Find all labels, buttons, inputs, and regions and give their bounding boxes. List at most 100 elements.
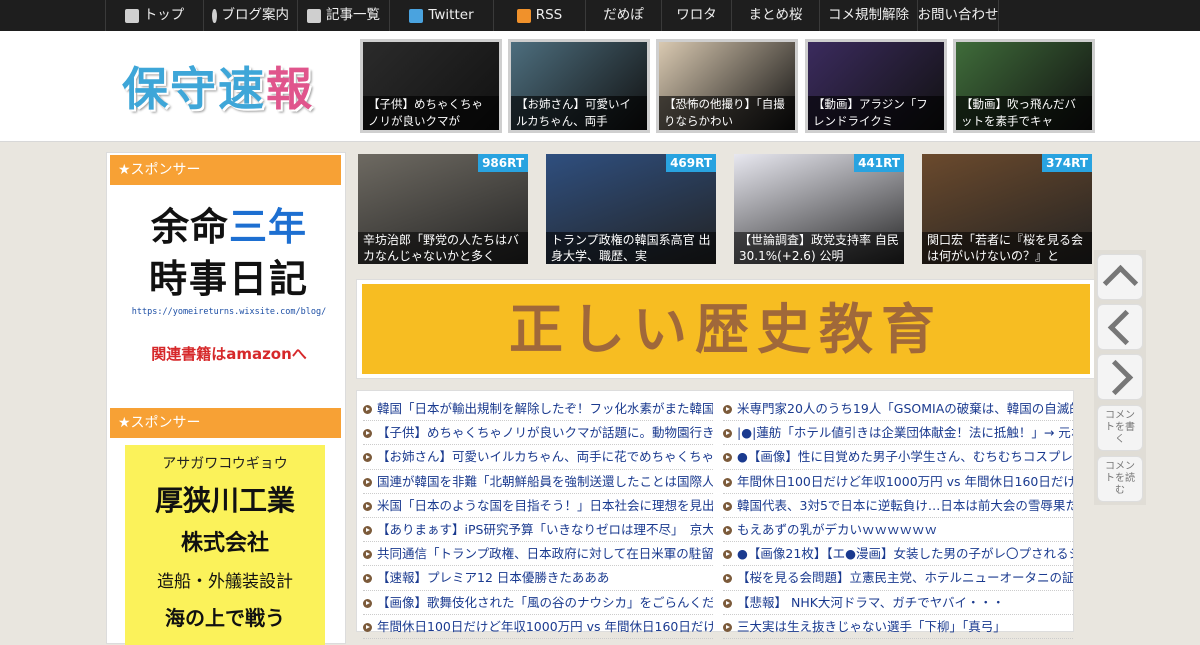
play-bullet-icon <box>363 477 372 487</box>
play-bullet-icon <box>363 622 372 632</box>
rt-badge: 986RT <box>478 154 528 172</box>
header-article-thumb[interactable]: 【動画】アラジン「フレンドライクミ <box>805 39 947 133</box>
header-article-thumb[interactable]: 【恐怖の他撮り】「自撮りならかわい <box>656 39 798 133</box>
list-item[interactable]: 年間休日100日だけど年収1000万円 vs 年間休日160日だけど年収 <box>363 615 713 639</box>
list-item[interactable]: 米専門家20人のうち19人「GSOMIAの破棄は、韓国の自滅的行 <box>723 397 1073 422</box>
list-item[interactable]: 【子供】めちゃくちゃノリが良いクマが話題に。動物園行きた <box>363 421 713 446</box>
sponsor-ad-yomei[interactable]: 余命三年 時事日記 https://yomeireturns.wixsite.c… <box>129 201 329 381</box>
play-bullet-icon <box>363 550 372 560</box>
list-item[interactable]: 【桜を見る会問題】立憲民主党、ホテルニューオータニの証人 <box>723 566 1073 591</box>
list-item-title: 三大実は生え抜きじゃない選手「下柳」「真弓」 <box>737 618 1006 634</box>
play-bullet-icon <box>723 598 732 608</box>
ranking-item[interactable]: 441RT 【世論調査】政党支持率 自民30.1%(+2.6) 公明 <box>734 154 904 264</box>
list-item[interactable]: 年間休日100日だけど年収1000万円 vs 年間休日160日だけど年収 <box>723 470 1073 494</box>
rss-icon <box>516 8 531 23</box>
site-header: 保守速報 【子供】めちゃくちゃノリが良いクマが 【お姉さん】可愛いイルカちゃん、両… <box>0 31 1200 142</box>
sponsor-ad-asagawa[interactable]: アサガワコウギョウ 厚狭川工業 株式会社 造船・外艤装設計 海の上で戦う <box>125 445 325 645</box>
list-item[interactable]: 共同通信「トランプ政権、日本政府に対して在日米軍の駐留経 <box>363 542 713 567</box>
play-bullet-icon <box>363 453 372 463</box>
play-bullet-icon <box>723 453 732 463</box>
nav-item-9[interactable]: お問い合わせ <box>917 0 999 31</box>
list-item-title: 【速報】プレミア12 日本優勝きたあああ <box>377 570 610 586</box>
ad-title: 時事日記 <box>148 257 309 301</box>
list-item-title: 韓国代表、3対5で日本に逆転負け…日本は前大会の雪辱果たし <box>737 497 1073 513</box>
list-item-title: もえあずの乳がデカいｗｗｗｗｗｗ <box>737 521 938 537</box>
header-article-thumb[interactable]: 【お姉さん】可愛いイルカちゃん、両手 <box>508 39 650 133</box>
rt-badge: 441RT <box>854 154 904 172</box>
nav-item-5[interactable]: だめぽ <box>585 0 661 31</box>
header-article-thumb[interactable]: 【動画】吹っ飛んだバットを素手でキャ <box>953 39 1095 133</box>
twitter-icon <box>409 8 424 23</box>
chevron-left-icon <box>1107 309 1143 345</box>
list-item[interactable]: ●【画像21枚】【エ●漫画】女装した男の子がレ〇プされるシチ <box>723 542 1073 567</box>
list-item[interactable]: 【ありまぁす】iPS研究予算「いきなりゼロは理不尽」 京大・ <box>363 518 713 543</box>
rt-badge: 469RT <box>666 154 716 172</box>
list-icon <box>307 8 321 23</box>
list-item[interactable]: |●|蓮舫「ホテル値引きは企業団体献金！法に抵触！」→ 元ホテ <box>723 421 1073 446</box>
nav-label: 記事一覧 <box>326 7 380 23</box>
list-item[interactable]: 韓国「日本が輸出規制を解除したぞ！フッ化水素がまた韓国に <box>363 397 713 422</box>
next-button[interactable] <box>1097 354 1143 400</box>
list-item-title: 共同通信「トランプ政権、日本政府に対して在日米軍の駐留経 <box>377 546 713 562</box>
play-bullet-icon <box>723 622 732 632</box>
list-item-title: 【桜を見る会問題】立憲民主党、ホテルニューオータニの証人 <box>737 570 1073 586</box>
ranking-item[interactable]: 374RT 関口宏「若者に『桜を見る会は何がいけないの？』と <box>922 154 1092 264</box>
nav-label: ブログ案内 <box>221 7 290 23</box>
history-banner[interactable]: 正しい歴史教育 <box>356 279 1096 379</box>
list-item[interactable]: 韓国代表、3対5で日本に逆転負け…日本は前大会の雪辱果たし <box>723 494 1073 518</box>
ad-company-name: 厚狭川工業 <box>154 484 295 517</box>
amazon-link[interactable]: 関連書籍はamazonへ <box>129 343 329 364</box>
list-item[interactable]: 三大実は生え抜きじゃない選手「下柳」「真弓」 <box>723 615 1073 639</box>
play-bullet-icon <box>363 574 372 584</box>
ad-description: 造船・外艤装設計 <box>157 572 293 592</box>
list-item-title: 【お姉さん】可愛いイルカちゃん、両手に花でめちゃくちゃご <box>377 449 713 465</box>
nav-label: Twitter <box>428 7 474 23</box>
list-item[interactable]: 【速報】プレミア12 日本優勝きたあああ <box>363 566 713 591</box>
site-logo[interactable]: 保守速報 <box>122 53 314 119</box>
nav-item-8[interactable]: コメ規制解除 <box>819 0 917 31</box>
ranking-caption: 関口宏「若者に『桜を見る会は何がいけないの？』と <box>922 232 1092 264</box>
nav-item-1[interactable]: ブログ案内 <box>203 0 297 31</box>
list-item-title: 国連が韓国を非難「北朝鮮船員を強制送還したことは国際人権 <box>377 473 713 489</box>
nav-item-3[interactable]: Twitter <box>389 0 493 31</box>
ad-slogan: 海の上で戦う <box>165 606 285 630</box>
nav-item-4[interactable]: RSS <box>493 0 585 31</box>
list-item-title: ●【画像】性に目覚めた男子小学生さん、むちむちコスプレイ <box>737 449 1073 465</box>
ranking-item[interactable]: 469RT トランプ政権の韓国系高官 出身大学、職歴、実 <box>546 154 716 264</box>
play-bullet-icon <box>723 405 732 414</box>
nav-item-6[interactable]: ワロタ <box>661 0 731 31</box>
nav-item-0[interactable]: トップ <box>105 0 203 31</box>
thumb-caption: 【動画】吹っ飛んだバットを素手でキャ <box>956 96 1092 130</box>
chevron-up-icon <box>1102 264 1138 300</box>
prev-button[interactable] <box>1097 304 1143 350</box>
comment-write-button[interactable]: コメントを書く <box>1097 405 1143 451</box>
nav-item-2[interactable]: 記事一覧 <box>297 0 389 31</box>
nav-item-7[interactable]: まとめ桜 <box>731 0 819 31</box>
play-bullet-icon <box>723 525 732 535</box>
banner-text: 正しい歴史教育 <box>362 284 1090 374</box>
home-icon <box>124 8 139 23</box>
thumb-caption: 【恐怖の他撮り】「自撮りならかわい <box>659 96 795 130</box>
scroll-top-button[interactable] <box>1097 254 1143 300</box>
comment-read-label: コメントを読む <box>1105 461 1135 496</box>
list-item[interactable]: ●【画像】性に目覚めた男子小学生さん、むちむちコスプレイ <box>723 445 1073 470</box>
play-bullet-icon <box>723 429 732 439</box>
thumb-caption: 【動画】アラジン「フレンドライクミ <box>808 96 944 130</box>
list-item[interactable]: もえあずの乳がデカいｗｗｗｗｗｗ <box>723 518 1073 543</box>
ad-kana: アサガワコウギョウ <box>162 456 288 472</box>
thumb-caption: 【子供】めちゃくちゃノリが良いクマが <box>363 96 499 130</box>
list-item[interactable]: 米国「日本のような国を目指そう！」日本社会に理想を見出す <box>363 494 713 518</box>
list-item[interactable]: 国連が韓国を非難「北朝鮮船員を強制送還したことは国際人権 <box>363 470 713 494</box>
list-item[interactable]: 【悲報】 NHK大河ドラマ、ガチでヤバイ・・・ <box>723 591 1073 615</box>
list-item[interactable]: 【画像】歌舞伎化された「風の谷のナウシカ」をごらんくださ <box>363 591 713 615</box>
list-item-title: 【ありまぁす】iPS研究予算「いきなりゼロは理不尽」 京大・ <box>377 521 713 537</box>
play-bullet-icon <box>363 429 372 439</box>
ranking-item[interactable]: 986RT 辛坊治郎「野党の人たちはバカなんじゃないかと多く <box>358 154 528 264</box>
nav-label: コメ規制解除 <box>828 7 909 23</box>
comment-read-button[interactable]: コメントを読む <box>1097 456 1143 502</box>
ad-text-accent: 三年 <box>229 205 308 249</box>
header-article-thumb[interactable]: 【子供】めちゃくちゃノリが良いクマが <box>360 39 502 133</box>
comment-write-label: コメントを書く <box>1105 410 1135 445</box>
list-item[interactable]: 【お姉さん】可愛いイルカちゃん、両手に花でめちゃくちゃご <box>363 445 713 470</box>
play-bullet-icon <box>723 574 732 584</box>
